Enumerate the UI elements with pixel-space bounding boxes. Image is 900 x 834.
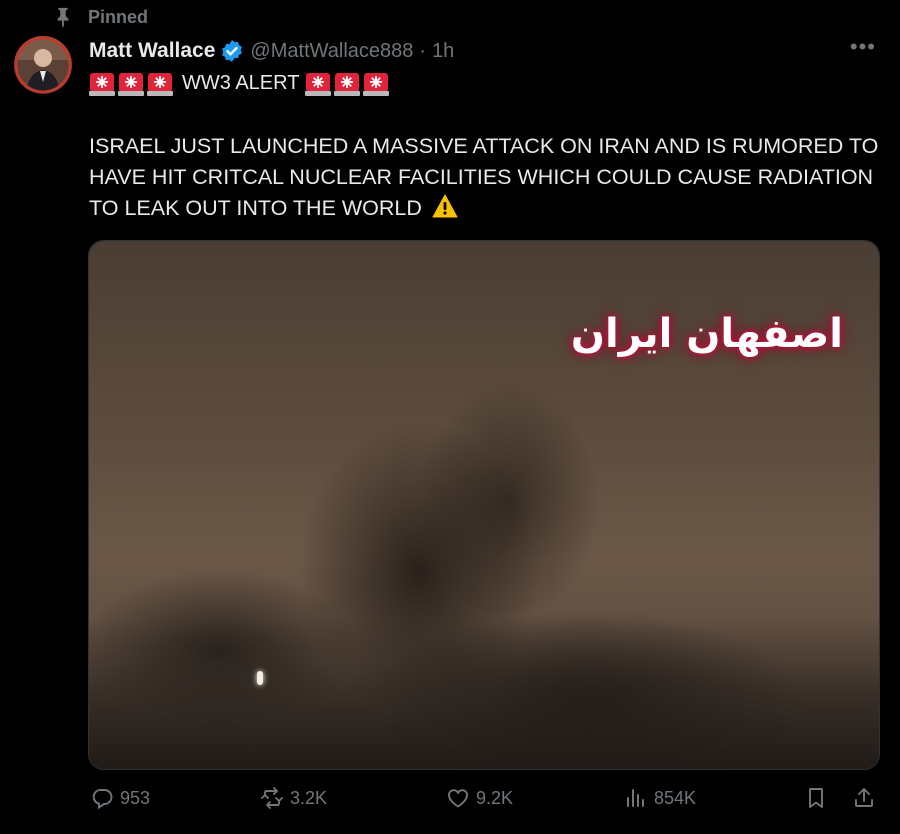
author-handle[interactable]: @MattWallace888 [250,40,413,63]
tweet-media-video[interactable]: اصفهان ایران [88,240,880,770]
heart-icon [448,789,468,808]
tweet-body-text: ISRAEL JUST LAUNCHED A MASSIVE ATTACK ON… [89,134,879,220]
reply-button[interactable]: 953 [90,786,150,810]
share-icon [855,788,873,807]
retweet-count: 3.2K [290,787,328,808]
reply-count: 953 [120,787,151,808]
alert-text: WW3 ALERT [182,71,300,94]
tweet-body: ISRAEL JUST LAUNCHED A MASSIVE ATTACK ON… [89,131,879,224]
video-skyline-shadow [89,619,879,769]
tweet-header: Matt Wallace @MattWallace888 · 1h [89,36,880,66]
siren-icon [305,73,332,96]
like-button[interactable]: 9.2K [446,786,513,810]
more-options-icon[interactable]: ••• [850,34,876,60]
separator-dot: · [419,39,427,62]
bookmark-icon [809,788,823,808]
siren-icon [89,73,115,96]
warning-icon [432,194,458,218]
tweet-actions: 953 3.2K 9.2K 854K [88,786,880,820]
pin-icon [57,7,69,28]
verified-badge-icon[interactable] [220,39,244,63]
pinned-indicator: Pinned [52,6,148,28]
retweet-button[interactable]: 3.2K [260,786,327,810]
video-overlay-caption: اصفهان ایران [570,311,843,357]
share-button[interactable] [852,786,876,810]
pinned-label: Pinned [88,6,149,27]
avatar[interactable] [14,36,72,94]
siren-icon [334,73,361,96]
views-count: 854K [654,787,697,808]
alert-line: WW3 ALERT [89,70,392,96]
like-count: 9.2K [476,787,514,808]
siren-icon [147,73,173,96]
siren-icon [363,73,390,96]
avatar-image [14,36,72,94]
views-button[interactable]: 854K [624,786,696,810]
light-spot [257,671,263,685]
reply-icon [92,789,113,810]
tweet-time[interactable]: 1h [432,40,454,63]
retweet-icon [261,787,283,809]
siren-icon [118,73,144,96]
author-name[interactable]: Matt Wallace [89,39,215,63]
bookmark-button[interactable] [804,786,828,810]
views-chart-icon [627,789,644,807]
